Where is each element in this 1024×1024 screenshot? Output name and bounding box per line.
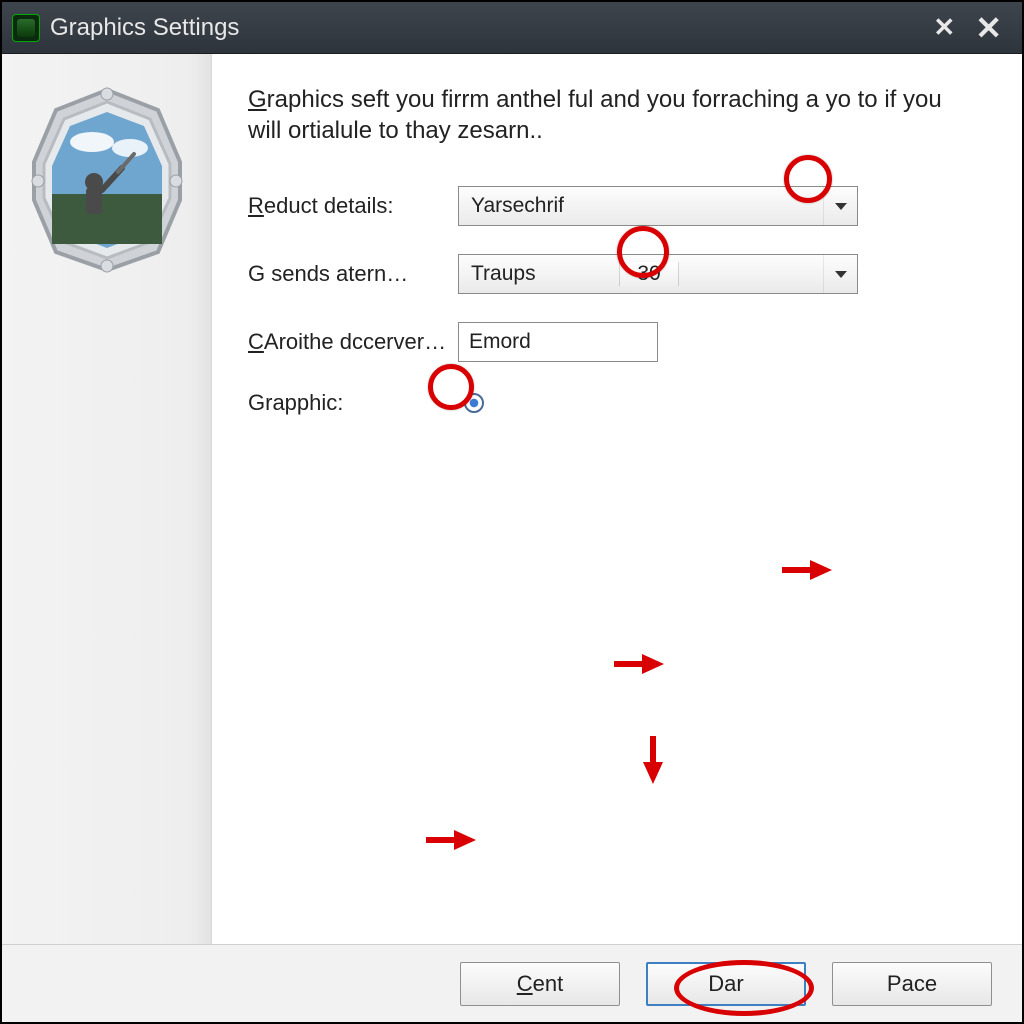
reduct-details-value: Yarsechrif xyxy=(459,194,823,218)
minimize-x-icon[interactable]: ✕ xyxy=(923,12,965,43)
dar-label: Dar xyxy=(708,971,743,997)
gsends-combo[interactable]: Traups 30 xyxy=(458,254,858,294)
sidebar xyxy=(2,54,212,944)
button-bar: Cent Dar Pace xyxy=(2,944,1022,1022)
content: Graphics seft you firrm anthel ful and y… xyxy=(212,54,1022,944)
annotation-arrow-right-1 xyxy=(810,560,832,580)
caroithe-label: CAroithe dccerver… xyxy=(248,329,458,355)
client-area: Graphics seft you firrm anthel ful and y… xyxy=(2,54,1022,944)
close-x-icon[interactable]: ✕ xyxy=(965,9,1012,47)
grapphic-radio[interactable] xyxy=(464,393,484,413)
description-rest: raphics seft you firrm anthel ful and yo… xyxy=(248,86,942,144)
grapphic-label: Grapphic: xyxy=(248,390,458,416)
pace-label: Pace xyxy=(887,971,937,997)
annotation-arrow-right-2 xyxy=(642,654,664,674)
description-text: Graphics seft you firrm anthel ful and y… xyxy=(248,84,968,146)
titlebar: Graphics Settings ✕ ✕ xyxy=(2,2,1022,54)
cent-button[interactable]: Cent xyxy=(460,962,620,1006)
row-gsends: G sends atern… Traups 30 xyxy=(248,254,986,294)
annotation-arrow-down-1 xyxy=(643,762,663,784)
window: Graphics Settings ✕ ✕ xyxy=(0,0,1024,1024)
chevron-down-icon[interactable] xyxy=(823,255,857,293)
cent-rest: ent xyxy=(533,971,564,997)
graphics-badge-icon xyxy=(22,84,192,274)
caroithe-textbox[interactable]: Emord xyxy=(458,322,658,362)
annotation-arrow-right-3 xyxy=(454,830,476,850)
row-reduct-details: Reduct details: Yarsechrif xyxy=(248,186,986,226)
gsends-label: G sends atern… xyxy=(248,261,458,287)
dar-button[interactable]: Dar xyxy=(646,962,806,1006)
pace-button[interactable]: Pace xyxy=(832,962,992,1006)
app-icon xyxy=(12,14,40,42)
row-grapphic: Grapphic: xyxy=(248,390,986,416)
gsends-value: Traups xyxy=(459,262,619,286)
gsends-number: 30 xyxy=(619,262,679,286)
caroithe-value: Emord xyxy=(469,330,531,354)
chevron-down-icon[interactable] xyxy=(823,187,857,225)
window-title: Graphics Settings xyxy=(50,14,923,42)
reduct-details-combo[interactable]: Yarsechrif xyxy=(458,186,858,226)
row-caroithe: CAroithe dccerver… Emord xyxy=(248,322,986,362)
reduct-details-label: Reduct details: xyxy=(248,193,458,219)
